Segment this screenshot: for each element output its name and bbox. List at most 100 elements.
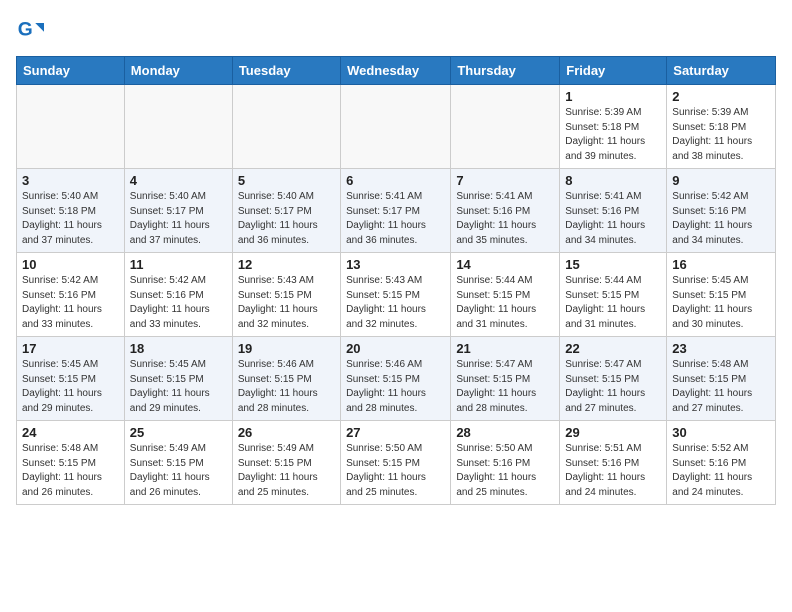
day-cell xyxy=(341,85,451,169)
day-number: 11 xyxy=(130,257,227,272)
header: G xyxy=(16,16,776,44)
day-cell: 12Sunrise: 5:43 AM Sunset: 5:15 PM Dayli… xyxy=(232,253,340,337)
weekday-header-friday: Friday xyxy=(560,57,667,85)
day-number: 18 xyxy=(130,341,227,356)
day-info: Sunrise: 5:45 AM Sunset: 5:15 PM Dayligh… xyxy=(22,358,119,416)
day-info: Sunrise: 5:48 AM Sunset: 5:15 PM Dayligh… xyxy=(22,442,119,500)
day-cell: 23 Sunrise: 5:48 AM Sunset: 5:15 PM Dayli… xyxy=(667,337,776,421)
weekday-header-sunday: Sunday xyxy=(17,57,125,85)
calendar-page: G SundayMondayTuesdayWednesdayThursdayFr… xyxy=(0,0,792,521)
day-cell: 19Sunrise: 5:46 AM Sunset: 5:15 PM Dayli… xyxy=(232,337,340,421)
day-info: Sunrise: 5:46 AM Sunset: 5:15 PM Dayligh… xyxy=(346,358,445,416)
day-number: 17 xyxy=(22,341,119,356)
day-cell: 4Sunrise: 5:40 AM Sunset: 5:17 PM Daylig… xyxy=(124,169,232,253)
day-info: Sunrise: 5:47 AM Sunset: 5:15 PM Dayligh… xyxy=(565,358,661,416)
day-info: Sunrise: 5:39 AM Sunset: 5:18 PM Dayligh… xyxy=(565,106,661,164)
day-number: 16 xyxy=(672,257,770,272)
day-number: 26 xyxy=(238,425,335,440)
weekday-header-thursday: Thursday xyxy=(451,57,560,85)
svg-text:G: G xyxy=(18,19,33,40)
day-cell: 6Sunrise: 5:41 AM Sunset: 5:17 PM Daylig… xyxy=(341,169,451,253)
day-number: 13 xyxy=(346,257,445,272)
day-info: Sunrise: 5:46 AM Sunset: 5:15 PM Dayligh… xyxy=(238,358,335,416)
day-number: 23 xyxy=(672,341,770,356)
day-number: 21 xyxy=(456,341,554,356)
day-cell: 15 Sunrise: 5:44 AM Sunset: 5:15 PM Dayli… xyxy=(560,253,667,337)
day-cell xyxy=(124,85,232,169)
day-number: 9 xyxy=(672,173,770,188)
day-info: Sunrise: 5:42 AM Sunset: 5:16 PM Dayligh… xyxy=(130,274,227,332)
day-cell: 1 Sunrise: 5:39 AM Sunset: 5:18 PM Daylig… xyxy=(560,85,667,169)
day-number: 27 xyxy=(346,425,445,440)
day-number: 8 xyxy=(565,173,661,188)
day-number: 30 xyxy=(672,425,770,440)
day-info: Sunrise: 5:50 AM Sunset: 5:15 PM Dayligh… xyxy=(346,442,445,500)
day-number: 1 xyxy=(565,89,661,104)
week-row-3: 10Sunrise: 5:42 AM Sunset: 5:16 PM Dayli… xyxy=(17,253,776,337)
day-number: 20 xyxy=(346,341,445,356)
day-number: 24 xyxy=(22,425,119,440)
weekday-header-row: SundayMondayTuesdayWednesdayThursdayFrid… xyxy=(17,57,776,85)
day-cell: 28 Sunrise: 5:50 AM Sunset: 5:16 PM Dayli… xyxy=(451,421,560,505)
day-cell: 5Sunrise: 5:40 AM Sunset: 5:17 PM Daylig… xyxy=(232,169,340,253)
day-cell: 29 Sunrise: 5:51 AM Sunset: 5:16 PM Dayli… xyxy=(560,421,667,505)
calendar-table: SundayMondayTuesdayWednesdayThursdayFrid… xyxy=(16,56,776,505)
day-cell: 18 Sunrise: 5:45 AM Sunset: 5:15 PM Dayli… xyxy=(124,337,232,421)
day-info: Sunrise: 5:45 AM Sunset: 5:15 PM Dayligh… xyxy=(130,358,227,416)
day-cell: 20 Sunrise: 5:46 AM Sunset: 5:15 PM Dayli… xyxy=(341,337,451,421)
day-number: 15 xyxy=(565,257,661,272)
day-info: Sunrise: 5:43 AM Sunset: 5:15 PM Dayligh… xyxy=(346,274,445,332)
weekday-header-wednesday: Wednesday xyxy=(341,57,451,85)
day-info: Sunrise: 5:40 AM Sunset: 5:17 PM Dayligh… xyxy=(130,190,227,248)
day-info: Sunrise: 5:41 AM Sunset: 5:16 PM Dayligh… xyxy=(565,190,661,248)
day-info: Sunrise: 5:44 AM Sunset: 5:15 PM Dayligh… xyxy=(456,274,554,332)
week-row-4: 17 Sunrise: 5:45 AM Sunset: 5:15 PM Dayli… xyxy=(17,337,776,421)
day-cell xyxy=(451,85,560,169)
day-number: 2 xyxy=(672,89,770,104)
day-info: Sunrise: 5:52 AM Sunset: 5:16 PM Dayligh… xyxy=(672,442,770,500)
day-cell: 26 Sunrise: 5:49 AM Sunset: 5:15 PM Dayli… xyxy=(232,421,340,505)
day-cell: 16 Sunrise: 5:45 AM Sunset: 5:15 PM Dayli… xyxy=(667,253,776,337)
week-row-2: 3 Sunrise: 5:40 AM Sunset: 5:18 PM Daylig… xyxy=(17,169,776,253)
day-info: Sunrise: 5:50 AM Sunset: 5:16 PM Dayligh… xyxy=(456,442,554,500)
day-cell: 10Sunrise: 5:42 AM Sunset: 5:16 PM Dayli… xyxy=(17,253,125,337)
day-info: Sunrise: 5:49 AM Sunset: 5:15 PM Dayligh… xyxy=(130,442,227,500)
day-cell: 2 Sunrise: 5:39 AM Sunset: 5:18 PM Daylig… xyxy=(667,85,776,169)
day-cell: 30 Sunrise: 5:52 AM Sunset: 5:16 PM Dayli… xyxy=(667,421,776,505)
day-info: Sunrise: 5:41 AM Sunset: 5:16 PM Dayligh… xyxy=(456,190,554,248)
day-info: Sunrise: 5:39 AM Sunset: 5:18 PM Dayligh… xyxy=(672,106,770,164)
day-info: Sunrise: 5:45 AM Sunset: 5:15 PM Dayligh… xyxy=(672,274,770,332)
day-number: 7 xyxy=(456,173,554,188)
day-info: Sunrise: 5:44 AM Sunset: 5:15 PM Dayligh… xyxy=(565,274,661,332)
day-info: Sunrise: 5:49 AM Sunset: 5:15 PM Dayligh… xyxy=(238,442,335,500)
day-cell: 14 Sunrise: 5:44 AM Sunset: 5:15 PM Dayli… xyxy=(451,253,560,337)
day-number: 14 xyxy=(456,257,554,272)
day-cell: 3 Sunrise: 5:40 AM Sunset: 5:18 PM Daylig… xyxy=(17,169,125,253)
day-number: 22 xyxy=(565,341,661,356)
week-row-5: 24 Sunrise: 5:48 AM Sunset: 5:15 PM Dayli… xyxy=(17,421,776,505)
day-cell: 17 Sunrise: 5:45 AM Sunset: 5:15 PM Dayli… xyxy=(17,337,125,421)
day-cell: 13 Sunrise: 5:43 AM Sunset: 5:15 PM Dayli… xyxy=(341,253,451,337)
day-cell: 25Sunrise: 5:49 AM Sunset: 5:15 PM Dayli… xyxy=(124,421,232,505)
day-info: Sunrise: 5:41 AM Sunset: 5:17 PM Dayligh… xyxy=(346,190,445,248)
day-info: Sunrise: 5:40 AM Sunset: 5:18 PM Dayligh… xyxy=(22,190,119,248)
day-cell: 22 Sunrise: 5:47 AM Sunset: 5:15 PM Dayli… xyxy=(560,337,667,421)
weekday-header-tuesday: Tuesday xyxy=(232,57,340,85)
day-number: 29 xyxy=(565,425,661,440)
day-number: 3 xyxy=(22,173,119,188)
day-info: Sunrise: 5:48 AM Sunset: 5:15 PM Dayligh… xyxy=(672,358,770,416)
day-cell: 24 Sunrise: 5:48 AM Sunset: 5:15 PM Dayli… xyxy=(17,421,125,505)
day-info: Sunrise: 5:40 AM Sunset: 5:17 PM Dayligh… xyxy=(238,190,335,248)
day-info: Sunrise: 5:42 AM Sunset: 5:16 PM Dayligh… xyxy=(22,274,119,332)
day-cell: 8 Sunrise: 5:41 AM Sunset: 5:16 PM Daylig… xyxy=(560,169,667,253)
day-cell xyxy=(17,85,125,169)
day-cell: 7 Sunrise: 5:41 AM Sunset: 5:16 PM Daylig… xyxy=(451,169,560,253)
logo: G xyxy=(16,16,48,44)
weekday-header-monday: Monday xyxy=(124,57,232,85)
logo-icon: G xyxy=(16,16,44,44)
day-number: 28 xyxy=(456,425,554,440)
day-info: Sunrise: 5:51 AM Sunset: 5:16 PM Dayligh… xyxy=(565,442,661,500)
day-cell: 27 Sunrise: 5:50 AM Sunset: 5:15 PM Dayli… xyxy=(341,421,451,505)
day-cell xyxy=(232,85,340,169)
day-cell: 11 Sunrise: 5:42 AM Sunset: 5:16 PM Dayli… xyxy=(124,253,232,337)
